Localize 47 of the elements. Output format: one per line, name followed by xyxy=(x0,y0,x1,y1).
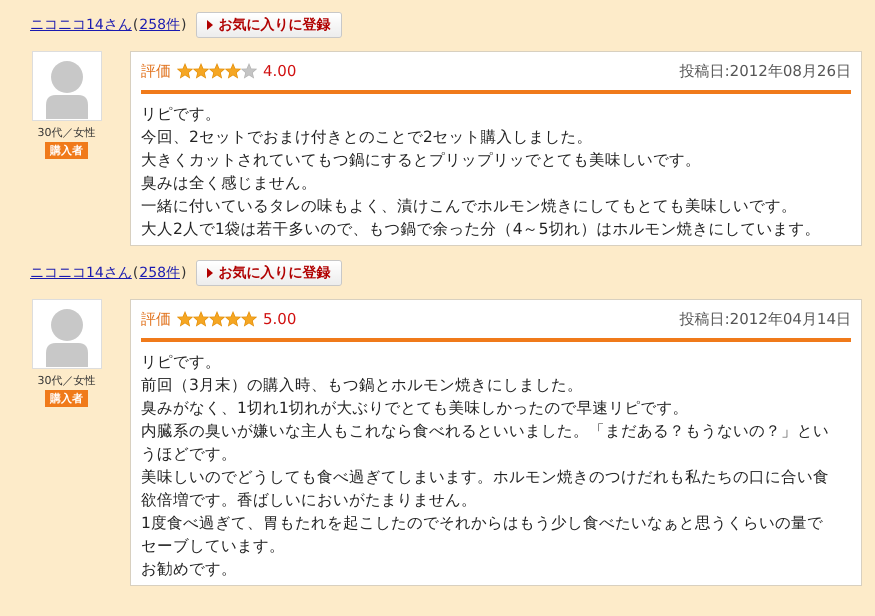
review-text: 臭みがなく、1切れ1切れが大ぶりでとても美味しかったので早速リピです。 xyxy=(141,398,690,419)
star-icon xyxy=(193,63,209,79)
review-text: 臭みは全く感じません。 xyxy=(141,173,318,194)
reviewer-link[interactable]: ニコニコ14さん xyxy=(30,16,132,34)
star-icon xyxy=(177,311,193,327)
star-icon xyxy=(177,63,193,79)
star-icon xyxy=(241,63,257,79)
review-text: 大きくカットされていてもつ鍋にするとプリップリッでとても美味しいです。 xyxy=(141,150,702,171)
review-text: 大人2人で1袋は若干多いので、もつ鍋で余った分（4～5切れ）はホルモン焼きにしています。 xyxy=(141,219,822,240)
review-text: 美味しいのでどうしても食べ過ぎてしまいます。ホルモン焼きのつけだれも私たちの口に合い食欲倍増です。香ばしいにおいがたまりません。 xyxy=(141,467,830,511)
favorite-button[interactable]: お気に入りに登録 xyxy=(196,260,342,286)
review-text: お勧めです。 xyxy=(141,559,238,580)
triangle-icon xyxy=(206,268,212,278)
review-text: 一緒に付いているタレの味もよく、漬けこんでホルモン焼きにしてもとても美味しいです。 xyxy=(141,196,798,217)
buyer-badge: 購入者 xyxy=(45,142,88,159)
star-icon xyxy=(209,311,225,327)
rating-label: 評価 xyxy=(141,62,171,80)
star-icon xyxy=(225,311,241,327)
review-text: 前回（3月末）の購入時、もつ鍋とホルモン焼きにしました。 xyxy=(141,375,584,396)
buyer-badge: 購入者 xyxy=(45,390,88,407)
star-icon xyxy=(209,63,225,79)
avatar-icon xyxy=(32,51,102,121)
review-text: リピです。 xyxy=(141,104,222,125)
rating-score: 4.00 xyxy=(263,62,296,80)
triangle-icon xyxy=(206,20,212,30)
review-count-link[interactable]: 258件 xyxy=(139,264,180,282)
review-count-link[interactable]: 258件 xyxy=(139,16,180,34)
post-date: 投稿日:2012年04月14日 xyxy=(680,310,851,328)
avatar-icon xyxy=(32,299,102,369)
star-icon xyxy=(193,311,209,327)
review-text: リピです。 xyxy=(141,352,222,373)
reviewer-link[interactable]: ニコニコ14さん xyxy=(30,264,132,282)
paren: ) xyxy=(181,17,186,33)
review-text: 今回、2セットでおまけ付きとのことで2セット購入しました。 xyxy=(141,127,594,148)
paren: ( xyxy=(132,265,138,281)
rating-score: 5.00 xyxy=(263,310,296,328)
age-gender: 30代／女性 xyxy=(38,125,96,140)
post-date: 投稿日:2012年08月26日 xyxy=(680,62,851,80)
age-gender: 30代／女性 xyxy=(38,373,96,388)
star-icon xyxy=(225,63,241,79)
paren: ( xyxy=(132,17,138,33)
review-text: 1度食べ過ぎて、胃もたれを起こしたのでそれからはもう少し食べたいなぁと思うくらいの量でセーブしています。 xyxy=(141,513,824,557)
rating-label: 評価 xyxy=(141,310,171,328)
star-icon xyxy=(241,311,257,327)
paren: ) xyxy=(181,265,186,281)
review-text: 内臓系の臭いが嫌いな主人もこれなら食べれるといいました。「まだある？もうないの？」というほどです。 xyxy=(141,421,830,465)
favorite-button[interactable]: お気に入りに登録 xyxy=(196,12,342,38)
